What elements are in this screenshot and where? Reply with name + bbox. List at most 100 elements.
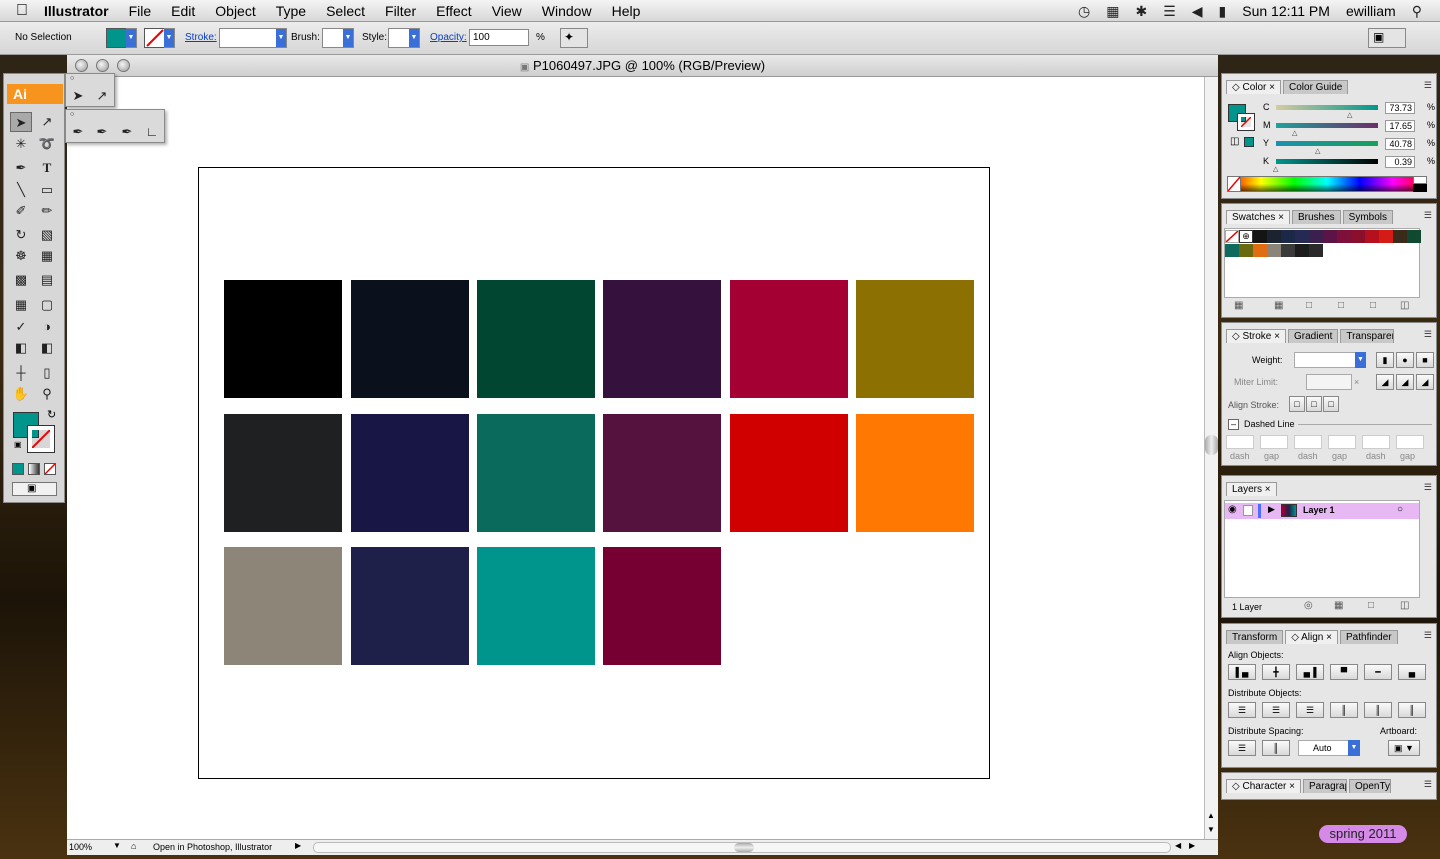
horizontal-align-left-button[interactable]: ▌▄ <box>1228 664 1256 680</box>
show-swatch-kinds-icon[interactable]: ▦ <box>1274 300 1283 311</box>
vertical-distribute-space-button[interactable]: ☰ <box>1228 740 1256 756</box>
dash-field[interactable] <box>1362 435 1390 449</box>
swatch-chip[interactable] <box>1267 244 1281 257</box>
tab-layers[interactable]: Layers × <box>1226 482 1277 496</box>
channel-y-value[interactable]: 40.78 <box>1385 138 1415 150</box>
swap-fill-stroke-icon[interactable]: ↻ <box>47 408 56 421</box>
tab-opentype[interactable]: OpenType <box>1349 779 1391 793</box>
apple-icon[interactable]:  <box>0 2 44 20</box>
scroll-up-arrow-icon[interactable]: ▲ <box>1207 811 1215 820</box>
color-swatch-12[interactable] <box>856 414 974 532</box>
rectangle-tool-icon[interactable]: ▭ <box>36 180 58 200</box>
line-tool-icon[interactable]: ╲ <box>10 180 32 200</box>
chevron-down-icon[interactable]: ▼ <box>1348 740 1360 756</box>
swatch-chip[interactable] <box>1309 244 1323 257</box>
align-stroke-center-button[interactable]: □ <box>1289 396 1305 412</box>
color-swatch-13[interactable] <box>224 547 342 665</box>
align-to-artboard-button[interactable]: ▣ ▼ <box>1388 740 1420 756</box>
lock-toggle[interactable] <box>1243 505 1253 516</box>
swatch-chip[interactable] <box>1337 230 1351 243</box>
slider-triangle-icon[interactable]: △ <box>1347 111 1352 119</box>
dash-field[interactable] <box>1294 435 1322 449</box>
zoom-window-button[interactable] <box>117 59 130 72</box>
magic-wand-tool-icon[interactable]: ✳ <box>10 134 32 154</box>
horizontal-distribute-center-button[interactable]: ║ <box>1364 702 1392 718</box>
tab-gradient[interactable]: Gradient <box>1288 329 1339 343</box>
group-selection-tool-icon[interactable]: ➤ <box>67 86 89 106</box>
tab-character[interactable]: ◇ Character × <box>1226 779 1301 793</box>
desktop-label[interactable]: spring 2011 <box>1319 825 1407 843</box>
delete-anchor-point-tool-icon[interactable]: ✒ <box>116 122 138 142</box>
color-swatch-6[interactable] <box>856 280 974 398</box>
color-swatch-16[interactable] <box>603 547 721 665</box>
make-clipping-mask-icon[interactable]: ◎ <box>1304 600 1313 611</box>
horizontal-align-right-button[interactable]: ▄▐ <box>1296 664 1324 680</box>
horizontal-distribute-right-button[interactable]: ║ <box>1398 702 1426 718</box>
horizontal-distribute-left-button[interactable]: ║ <box>1330 702 1358 718</box>
swatch-chip[interactable] <box>1281 230 1295 243</box>
flyout-close-icon[interactable]: ○ <box>70 75 74 82</box>
close-window-button[interactable] <box>75 59 88 72</box>
swatch-chip[interactable] <box>1365 230 1379 243</box>
horizontal-distribute-space-button[interactable]: ║ <box>1262 740 1290 756</box>
swatch-registration[interactable]: ⊕ <box>1239 230 1253 243</box>
scroll-right-arrow-icon[interactable]: ▶ <box>1189 841 1195 850</box>
scale-tool-icon[interactable]: ▧ <box>36 225 58 245</box>
swatch-chip[interactable] <box>1295 230 1309 243</box>
pen-tool-icon[interactable]: ✒ <box>67 122 89 142</box>
tab-stroke[interactable]: ◇ Stroke × <box>1226 329 1286 343</box>
panel-stroke-box[interactable] <box>1237 113 1255 131</box>
recolor-artwork-button[interactable]: ✦ <box>560 28 588 48</box>
brush-dropdown[interactable]: ▼ <box>322 28 354 48</box>
stroke-color-box[interactable] <box>27 425 55 453</box>
channel-k-value[interactable]: 0.39 <box>1385 156 1415 168</box>
panel-menu-icon[interactable]: ☰ <box>1424 210 1432 221</box>
align-stroke-inside-button[interactable]: □ <box>1306 396 1322 412</box>
scroll-thumb[interactable] <box>1205 435 1218 455</box>
type-tool-icon[interactable]: T <box>36 158 58 178</box>
panel-menu-icon[interactable]: ☰ <box>1424 779 1432 790</box>
vertical-align-bottom-button[interactable]: ▄ <box>1398 664 1426 680</box>
panel-menu-icon[interactable]: ☰ <box>1424 630 1432 641</box>
swatch-chip[interactable] <box>1239 244 1253 257</box>
zoom-tool-icon[interactable]: ⚲ <box>36 384 58 404</box>
flyout-close-icon[interactable]: ○ <box>70 111 74 118</box>
wifi-icon[interactable]: ☰ <box>1163 3 1176 20</box>
chevron-down-icon[interactable]: ▼ <box>1355 352 1366 368</box>
butt-cap-button[interactable]: ▮ <box>1376 352 1394 368</box>
direct-select-plus-tool-icon[interactable]: ↗ <box>91 86 113 106</box>
tab-paragraph[interactable]: Paragraph <box>1303 779 1347 793</box>
blend-tool-icon[interactable]: ◑ <box>36 317 58 337</box>
slider-triangle-icon[interactable]: △ <box>1315 147 1320 155</box>
eyedropper-tool-icon[interactable]: ✓ <box>10 317 32 337</box>
trash-icon[interactable]: ◫ <box>1400 600 1409 611</box>
bevel-join-button[interactable]: ◢ <box>1416 374 1434 390</box>
menu-select[interactable]: Select <box>326 3 365 19</box>
tab-color-guide[interactable]: Color Guide <box>1283 80 1349 94</box>
menu-file[interactable]: File <box>129 3 152 19</box>
swatch-chip[interactable] <box>1351 230 1365 243</box>
color-swatch-9[interactable] <box>477 414 595 532</box>
channel-m-value[interactable]: 17.65 <box>1385 120 1415 132</box>
channel-c-slider[interactable] <box>1276 105 1378 110</box>
stroke-label[interactable]: Stroke: <box>185 32 217 43</box>
new-color-group-icon[interactable]: □ <box>1338 300 1344 311</box>
column-graph-tool-icon[interactable]: ▤ <box>36 270 58 290</box>
menu-view[interactable]: View <box>492 3 522 19</box>
live-paint-bucket-tool-icon[interactable]: ◧ <box>10 338 32 358</box>
artboard[interactable] <box>198 167 990 779</box>
selection-tool-icon[interactable]: ➤ <box>10 112 32 132</box>
pen-tool-icon[interactable]: ✒ <box>10 158 32 178</box>
color-swatch-15[interactable] <box>477 547 595 665</box>
live-paint-selection-tool-icon[interactable]: ◧ <box>36 338 58 358</box>
tab-swatches[interactable]: Swatches × <box>1226 210 1290 224</box>
screen-mode-button[interactable]: ▣ <box>12 482 57 496</box>
horizontal-scroll-thumb[interactable] <box>734 843 754 852</box>
gap-field[interactable] <box>1328 435 1356 449</box>
tab-transform[interactable]: Transform <box>1226 630 1284 644</box>
color-swatch-4[interactable] <box>603 280 721 398</box>
round-join-button[interactable]: ◢ <box>1396 374 1414 390</box>
battery-icon[interactable]: ▮ <box>1219 3 1227 20</box>
slice-tool-icon[interactable]: ┼ <box>10 363 32 383</box>
opacity-label[interactable]: Opacity: <box>430 32 467 43</box>
